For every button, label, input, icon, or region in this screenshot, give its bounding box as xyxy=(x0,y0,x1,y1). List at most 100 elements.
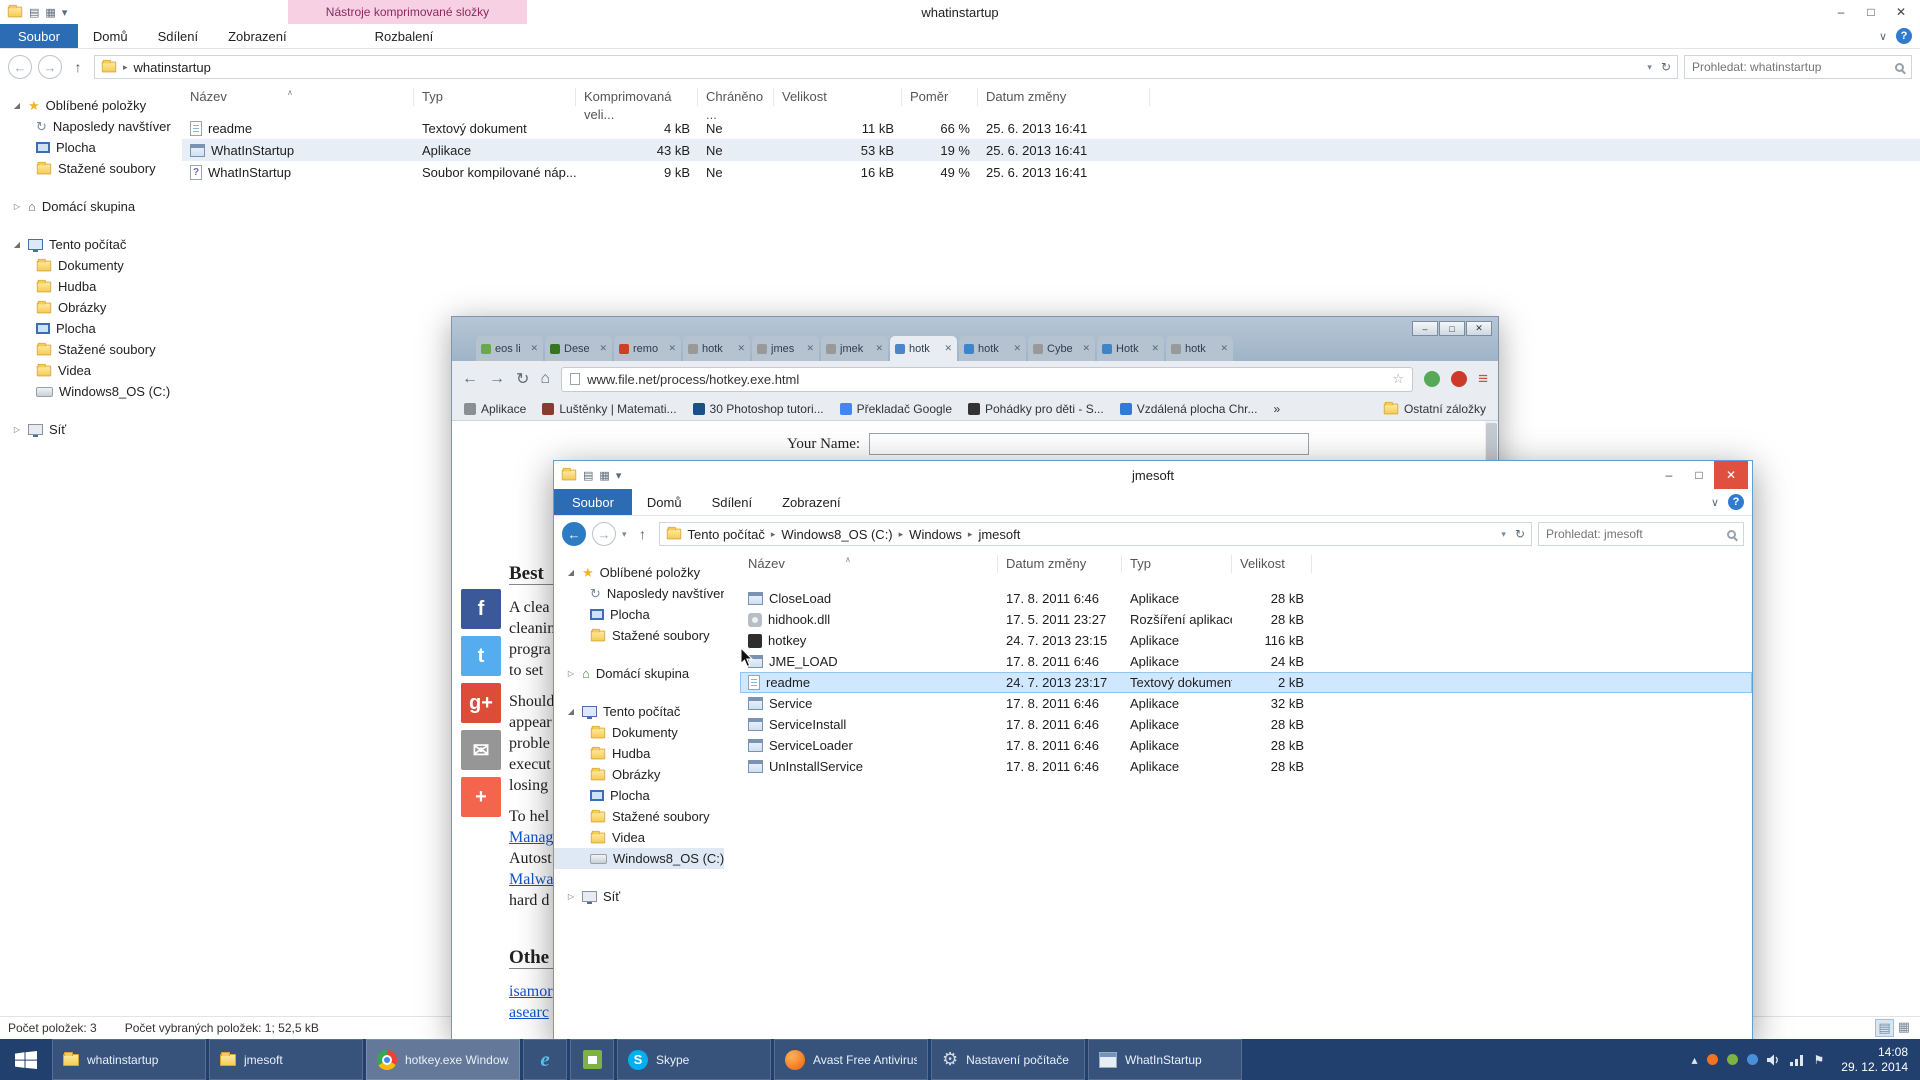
address-bar[interactable]: www.file.net/process/hotkey.exe.html ☆ xyxy=(561,367,1413,392)
minimize-button[interactable]: – xyxy=(1654,461,1684,489)
sidebar-item-downloads[interactable]: Stažené soubory xyxy=(0,158,178,179)
sidebar-item-recent[interactable]: ↻Naposledy navštíver xyxy=(554,583,724,604)
tab-close-icon[interactable]: ✕ xyxy=(1082,343,1090,354)
details-view-button[interactable]: ▤ xyxy=(1875,1019,1893,1037)
tab-close-icon[interactable]: ✕ xyxy=(599,343,607,354)
expander-icon[interactable]: ▷ xyxy=(12,425,22,434)
taskbar-button-pc-settings[interactable]: ⚙Nastavení počítače xyxy=(931,1039,1085,1080)
refresh-icon[interactable]: ↻ xyxy=(1515,527,1525,541)
sidebar-item-documents[interactable]: Dokumenty xyxy=(554,722,724,743)
sidebar-item-favorites[interactable]: ◢★Oblíbené položky xyxy=(554,562,724,583)
expander-icon[interactable]: ▷ xyxy=(566,669,576,678)
taskbar-button-store[interactable] xyxy=(570,1039,614,1080)
tab-sdileni[interactable]: Sdílení xyxy=(143,24,213,48)
file-row[interactable]: ServiceLoader 17. 8. 2011 6:46 Aplikace … xyxy=(740,735,1752,756)
chrome-menu-icon[interactable]: ≡ xyxy=(1478,369,1488,389)
tab-zobrazeni[interactable]: Zobrazení xyxy=(213,24,302,48)
sidebar-item-homegroup[interactable]: ▷⌂Domácí skupina xyxy=(554,663,724,684)
close-button[interactable]: ✕ xyxy=(1886,0,1916,24)
minimize-button[interactable]: – xyxy=(1826,0,1856,24)
breadcrumb-item[interactable]: whatinstartup xyxy=(134,60,211,75)
file-row[interactable]: ServiceInstall 17. 8. 2011 6:46 Aplikace… xyxy=(740,714,1752,735)
your-name-input[interactable] xyxy=(869,433,1309,455)
sidebar-item-desktop[interactable]: Plocha xyxy=(0,137,178,158)
extension-icon-green[interactable] xyxy=(1424,371,1440,387)
tab-rozbaleni[interactable]: Rozbalení xyxy=(360,24,449,48)
network-icon[interactable] xyxy=(1790,1054,1805,1066)
tab-domu[interactable]: Domů xyxy=(78,24,143,48)
sidebar-item-desktop2[interactable]: Plocha xyxy=(554,785,724,806)
sidebar-item-videos[interactable]: Videa xyxy=(554,827,724,848)
browser-tab[interactable]: jmek✕ xyxy=(821,336,888,361)
sidebar-item-downloads2[interactable]: Stažené soubory xyxy=(554,806,724,827)
tab-zobrazeni[interactable]: Zobrazení xyxy=(767,489,856,515)
tab-close-icon[interactable]: ✕ xyxy=(1220,343,1228,354)
bookmark-item[interactable]: Vzdálená plocha Chr... xyxy=(1120,402,1258,416)
qat-properties-icon[interactable]: ▤ xyxy=(29,6,39,19)
bookmark-item[interactable]: Pohádky pro děti - S... xyxy=(968,402,1104,416)
tab-sdileni[interactable]: Sdílení xyxy=(697,489,767,515)
thumbnails-view-button[interactable]: ▦ xyxy=(1898,1019,1910,1037)
browser-tab[interactable]: remo✕ xyxy=(614,336,681,361)
sidebar-item-music[interactable]: Hudba xyxy=(554,743,724,764)
column-header-type[interactable]: Typ xyxy=(1122,555,1232,573)
sidebar-item-network[interactable]: ▷Síť xyxy=(0,419,178,440)
forward-button[interactable]: → xyxy=(592,522,616,546)
column-header-protected[interactable]: Chráněno ... xyxy=(698,88,774,106)
up-button[interactable]: ↑ xyxy=(633,526,653,542)
back-button[interactable]: ← xyxy=(562,522,586,546)
other-bookmarks-button[interactable]: Ostatní záložky xyxy=(1383,402,1486,416)
breadcrumb-item[interactable]: Windows8_OS (C:) xyxy=(781,527,892,542)
tab-soubor[interactable]: Soubor xyxy=(554,489,632,515)
home-button[interactable]: ⌂ xyxy=(540,370,550,388)
column-header-name[interactable]: Název∧ xyxy=(740,555,998,573)
breadcrumb[interactable]: ▸ whatinstartup ▾ ↻ xyxy=(94,55,1678,79)
column-header-name[interactable]: Název∧ xyxy=(182,88,414,106)
browser-tab[interactable]: hotk✕ xyxy=(1166,336,1233,361)
browser-tab[interactable]: Hotk✕ xyxy=(1097,336,1164,361)
googleplus-share-button[interactable]: g+ xyxy=(461,683,501,723)
start-button[interactable] xyxy=(0,1039,52,1080)
speaker-icon[interactable] xyxy=(1767,1054,1781,1066)
tab-close-icon[interactable]: ✕ xyxy=(530,343,538,354)
file-row[interactable]: UnInstallService 17. 8. 2011 6:46 Aplika… xyxy=(740,756,1752,777)
taskbar-clock[interactable]: 14:08 29. 12. 2014 xyxy=(1833,1045,1908,1075)
browser-tab-active[interactable]: hotk✕ xyxy=(890,336,957,361)
hidden-icons-chevron-icon[interactable]: ▴ xyxy=(1691,1054,1697,1066)
taskbar-button-chrome[interactable]: hotkey.exe Window... xyxy=(366,1039,520,1080)
bookmark-item[interactable]: Aplikace xyxy=(464,402,526,416)
sidebar-item-this-pc[interactable]: ◢Tento počítač xyxy=(0,234,178,255)
reload-button[interactable]: ↻ xyxy=(516,369,529,389)
sidebar-item-videos[interactable]: Videa xyxy=(0,360,178,381)
expander-icon[interactable]: ◢ xyxy=(12,240,22,249)
breadcrumb[interactable]: Tento počítač ▸ Windows8_OS (C:) ▸ Windo… xyxy=(659,522,1532,546)
sidebar-item-drive-c[interactable]: Windows8_OS (C:) xyxy=(554,848,724,869)
bookmark-item[interactable]: 30 Photoshop tutori... xyxy=(693,402,824,416)
file-row-selected[interactable]: readme 24. 7. 2013 23:17 Textový dokumen… xyxy=(740,672,1752,693)
tab-close-icon[interactable]: ✕ xyxy=(737,343,745,354)
search-input[interactable] xyxy=(1546,527,1721,541)
maximize-button[interactable]: □ xyxy=(1856,0,1886,24)
history-dropdown-icon[interactable]: ▾ xyxy=(622,529,627,540)
browser-tab[interactable]: Dese✕ xyxy=(545,336,612,361)
expander-icon[interactable]: ▷ xyxy=(566,892,576,901)
expander-icon[interactable]: ◢ xyxy=(566,568,576,577)
search-input[interactable] xyxy=(1692,60,1889,74)
sidebar-item-documents[interactable]: Dokumenty xyxy=(0,255,178,276)
bookmarks-overflow-chevron[interactable]: » xyxy=(1273,402,1280,416)
file-row[interactable]: readme Textový dokument 4 kB Ne 11 kB 66… xyxy=(182,117,1920,139)
qat-newfolder-icon[interactable]: ▦ xyxy=(599,469,609,482)
tab-close-icon[interactable]: ✕ xyxy=(1013,343,1021,354)
browser-tab[interactable]: Cybe✕ xyxy=(1028,336,1095,361)
back-button[interactable]: ← xyxy=(8,55,32,79)
qat-customize-icon[interactable]: ▾ xyxy=(616,469,622,482)
sidebar-item-homegroup[interactable]: ▷⌂Domácí skupina xyxy=(0,196,178,217)
help-icon[interactable]: ? xyxy=(1896,28,1912,44)
file-row[interactable]: Service 17. 8. 2011 6:46 Aplikace 32 kB xyxy=(740,693,1752,714)
action-center-flag-icon[interactable]: ⚑ xyxy=(1814,1054,1825,1066)
sidebar-item-recent[interactable]: ↻Naposledy navštíver xyxy=(0,116,178,137)
file-row[interactable]: JME_LOAD 17. 8. 2011 6:46 Aplikace 24 kB xyxy=(740,651,1752,672)
column-header-size[interactable]: Velikost xyxy=(1232,555,1312,573)
tab-close-icon[interactable]: ✕ xyxy=(668,343,676,354)
context-tab-header[interactable]: Nástroje komprimované složky xyxy=(288,0,527,24)
